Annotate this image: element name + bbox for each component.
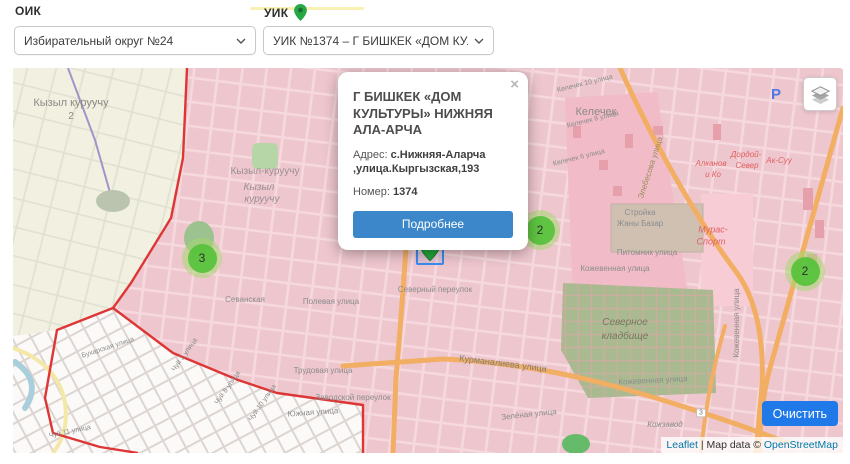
- uik-select[interactable]: УИК №1374 – Г БИШКЕК «ДОМ КУЛЬТУРЫ: [263, 26, 494, 55]
- details-button[interactable]: Подробнее: [353, 211, 513, 238]
- openstreetmap-link[interactable]: OpenStreetMap: [764, 439, 838, 451]
- uik-label-text: УИК: [264, 6, 288, 20]
- popup-title: Г БИШКЕК «ДОМ КУЛЬТУРЫ» НИЖНЯЯ АЛА-АРЧА: [353, 89, 513, 139]
- cluster-count: 3: [188, 244, 217, 273]
- map-popup: × Г БИШКЕК «ДОМ КУЛЬТУРЫ» НИЖНЯЯ АЛА-АРЧ…: [338, 72, 528, 250]
- oik-label-text: ОИК: [15, 4, 41, 18]
- uik-select-value: УИК №1374 – Г БИШКЕК «ДОМ КУЛЬТУРЫ: [273, 34, 468, 48]
- cluster-count: 2: [526, 216, 555, 245]
- popup-number-value: 1374: [393, 186, 417, 198]
- popup-number: Номер: 1374: [353, 185, 513, 199]
- attribution-prefix: Map data ©: [707, 439, 764, 451]
- cluster-marker[interactable]: 3: [182, 238, 222, 278]
- popup-number-label: Номер:: [353, 186, 393, 198]
- popup-address-label: Адрес:: [353, 149, 391, 161]
- popup-address: Адрес: с.Нижняя-Аларча ,улица.Кыргызская…: [353, 148, 513, 177]
- map-canvas[interactable]: Кызыл куруучу2Кызыл-куруучуКызылкуруучуК…: [13, 68, 843, 453]
- layers-control-button[interactable]: [803, 77, 837, 111]
- popup-close-icon[interactable]: ×: [510, 77, 519, 92]
- cluster-count: 2: [791, 257, 820, 286]
- attribution-separator: |: [698, 439, 707, 451]
- clear-button[interactable]: Очистить: [762, 401, 838, 426]
- cluster-marker[interactable]: 2: [785, 251, 825, 291]
- uik-label: УИК: [264, 4, 307, 21]
- oik-select[interactable]: Избирательный округ №24: [14, 26, 256, 55]
- oik-label: ОИК: [15, 4, 41, 18]
- map-attribution: Leaflet | Map data © OpenStreetMap: [661, 437, 843, 453]
- chevron-down-icon: [236, 38, 246, 44]
- chevron-down-icon: [474, 38, 484, 44]
- oik-select-value: Избирательный округ №24: [24, 34, 173, 48]
- map-pin-icon: [294, 4, 307, 21]
- leaflet-link[interactable]: Leaflet: [666, 439, 698, 451]
- layers-icon: [809, 83, 832, 106]
